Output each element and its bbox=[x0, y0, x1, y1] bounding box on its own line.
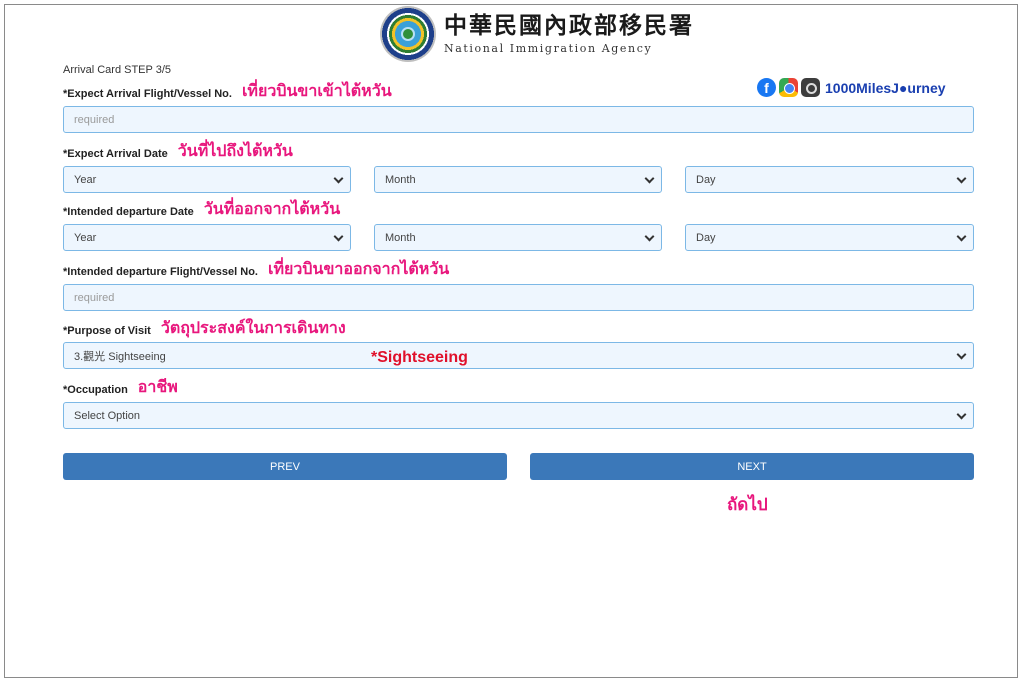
occupation-value: Select Option bbox=[74, 409, 141, 422]
departure-flight-thai: เที่ยวบินขาออกจากไต้หวัน bbox=[267, 259, 450, 278]
departure-day-select[interactable]: Day bbox=[685, 224, 974, 251]
chevron-down-icon bbox=[644, 173, 655, 184]
arrival-month-value: Month bbox=[385, 173, 416, 186]
purpose-value: 3.觀光 Sightseeing bbox=[74, 350, 166, 363]
departure-month-select[interactable]: Month bbox=[374, 224, 662, 251]
watermark: f 1000MilesJ●urney bbox=[757, 78, 946, 97]
emblem-icon bbox=[380, 6, 436, 62]
arrival-year-select[interactable]: Year bbox=[63, 166, 351, 193]
next-thai-annotation: ถัดไป bbox=[727, 495, 768, 515]
instagram-icon bbox=[801, 78, 820, 97]
chevron-down-icon bbox=[333, 231, 344, 242]
chrome-icon bbox=[779, 78, 798, 97]
arrival-date-label: *Expect Arrival Date bbox=[63, 148, 168, 160]
occupation-label: *Occupation bbox=[63, 384, 128, 396]
agency-name-zh: 中華民國內政部移民署 bbox=[444, 12, 694, 39]
occupation-thai: อาชีพ bbox=[137, 377, 178, 396]
arrival-flight-input[interactable]: required bbox=[63, 106, 974, 133]
facebook-icon: f bbox=[757, 78, 776, 97]
arrival-flight-thai: เที่ยวบินขาเข้าไต้หวัน bbox=[241, 81, 392, 100]
arrival-year-value: Year bbox=[74, 173, 97, 186]
departure-flight-label-row: *Intended departure Flight/Vessel No. เท… bbox=[63, 259, 450, 279]
departure-month-value: Month bbox=[385, 231, 416, 244]
departure-flight-placeholder: required bbox=[74, 291, 115, 304]
chevron-down-icon bbox=[956, 349, 967, 360]
chevron-down-icon bbox=[956, 173, 967, 184]
departure-day-value: Day bbox=[696, 231, 716, 244]
arrival-day-value: Day bbox=[696, 173, 716, 186]
purpose-label-row: *Purpose of Visit วัตถุประสงค์ในการเดินท… bbox=[63, 318, 346, 338]
arrival-date-thai: วันที่ไปถึงไต้หวัน bbox=[177, 141, 293, 160]
next-button[interactable]: NEXT bbox=[530, 453, 974, 480]
arrival-flight-label: *Expect Arrival Flight/Vessel No. bbox=[63, 88, 232, 100]
purpose-label: *Purpose of Visit bbox=[63, 325, 151, 337]
purpose-select[interactable]: 3.觀光 Sightseeing bbox=[63, 342, 974, 369]
departure-date-label-row: *Intended departure Date วันที่ออกจากไต้… bbox=[63, 199, 341, 219]
arrival-flight-label-row: *Expect Arrival Flight/Vessel No. เที่ยว… bbox=[63, 81, 392, 101]
departure-date-label: *Intended departure Date bbox=[63, 206, 194, 218]
purpose-thai: วัตถุประสงค์ในการเดินทาง bbox=[160, 318, 346, 337]
prev-button[interactable]: PREV bbox=[63, 453, 507, 480]
departure-year-value: Year bbox=[74, 231, 97, 244]
departure-flight-label: *Intended departure Flight/Vessel No. bbox=[63, 266, 258, 278]
chevron-down-icon bbox=[333, 173, 344, 184]
chevron-down-icon bbox=[956, 409, 967, 420]
departure-year-select[interactable]: Year bbox=[63, 224, 351, 251]
departure-date-thai: วันที่ออกจากไต้หวัน bbox=[203, 199, 341, 218]
arrival-month-select[interactable]: Month bbox=[374, 166, 662, 193]
chevron-down-icon bbox=[644, 231, 655, 242]
watermark-text: 1000MilesJ●urney bbox=[825, 79, 946, 96]
purpose-annotation: *Sightseeing bbox=[371, 349, 468, 366]
arrival-date-label-row: *Expect Arrival Date วันที่ไปถึงไต้หวัน bbox=[63, 141, 293, 161]
arrival-flight-placeholder: required bbox=[74, 113, 115, 126]
arrival-day-select[interactable]: Day bbox=[685, 166, 974, 193]
agency-name-en: National Immigration Agency bbox=[444, 42, 653, 55]
departure-flight-input[interactable]: required bbox=[63, 284, 974, 311]
occupation-select[interactable]: Select Option bbox=[63, 402, 974, 429]
occupation-label-row: *Occupation อาชีพ bbox=[63, 377, 178, 397]
agency-logo: 中華民國內政部移民署 National Immigration Agency bbox=[380, 6, 694, 62]
chevron-down-icon bbox=[956, 231, 967, 242]
step-indicator: Arrival Card STEP 3/5 bbox=[63, 64, 172, 76]
